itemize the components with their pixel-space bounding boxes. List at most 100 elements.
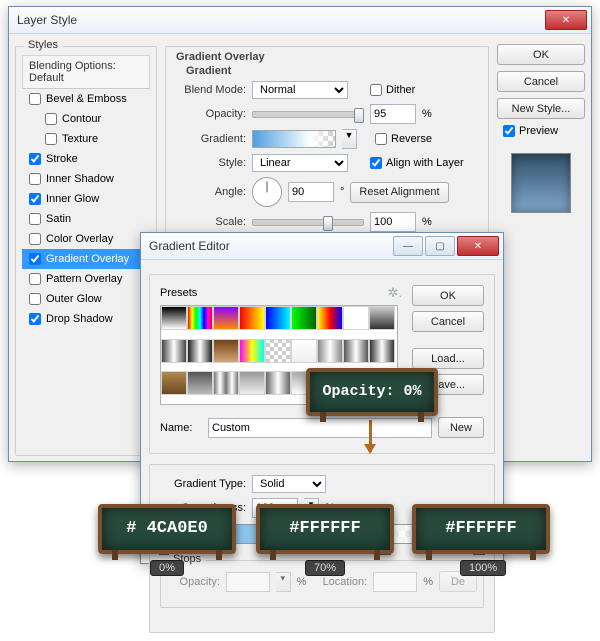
style-item-contour[interactable]: Contour — [22, 109, 150, 129]
styles-list: Styles Blending Options: Default Bevel &… — [15, 46, 157, 456]
preset-swatch[interactable] — [187, 339, 213, 363]
annotation-opacity-board: Opacity: 0% — [306, 368, 438, 416]
panel-heading: Gradient Overlay — [176, 51, 484, 63]
angle-input[interactable] — [288, 182, 334, 202]
style-item-checkbox[interactable] — [29, 173, 41, 185]
style-item-label: Color Overlay — [46, 233, 113, 245]
preset-swatch[interactable] — [317, 306, 343, 330]
style-item-label: Bevel & Emboss — [46, 93, 127, 105]
preset-swatch[interactable] — [187, 371, 213, 395]
preset-swatch[interactable] — [187, 306, 213, 330]
blend-mode-label: Blend Mode: — [170, 84, 246, 96]
minimize-icon[interactable]: — — [393, 236, 423, 256]
preset-swatch[interactable] — [239, 339, 265, 363]
preset-swatch[interactable] — [161, 371, 187, 395]
opacity-input[interactable] — [370, 104, 416, 124]
scale-label: Scale: — [170, 216, 246, 228]
preset-swatch[interactable] — [265, 306, 291, 330]
preset-swatch[interactable] — [265, 371, 291, 395]
scale-slider[interactable] — [252, 219, 364, 226]
opacity-slider[interactable] — [252, 111, 364, 118]
style-item-checkbox[interactable] — [29, 93, 41, 105]
preset-swatch[interactable] — [343, 306, 369, 330]
cancel-button[interactable]: Cancel — [497, 71, 585, 92]
style-item-checkbox[interactable] — [45, 113, 57, 125]
style-item-pattern-overlay[interactable]: Pattern Overlay — [22, 269, 150, 289]
style-item-stroke[interactable]: Stroke — [22, 149, 150, 169]
preset-swatch[interactable] — [369, 306, 395, 330]
style-item-label: Gradient Overlay — [46, 253, 129, 265]
style-item-texture[interactable]: Texture — [22, 129, 150, 149]
preset-swatch[interactable] — [239, 306, 265, 330]
new-style-button[interactable]: New Style... — [497, 98, 585, 119]
style-item-bevel-emboss[interactable]: Bevel & Emboss — [22, 89, 150, 109]
style-item-outer-glow[interactable]: Outer Glow — [22, 289, 150, 309]
ge-cancel-button[interactable]: Cancel — [412, 311, 484, 332]
ok-button[interactable]: OK — [497, 44, 585, 65]
preset-swatch[interactable] — [369, 339, 395, 363]
preset-swatch[interactable] — [317, 339, 343, 363]
layer-style-titlebar[interactable]: Layer Style ✕ — [9, 7, 591, 34]
reset-alignment-button[interactable]: Reset Alignment — [350, 182, 448, 203]
annotation-percent-1: 70% — [305, 560, 345, 576]
styles-header[interactable]: Blending Options: Default — [22, 55, 150, 89]
style-item-label: Outer Glow — [46, 293, 102, 305]
presets-menu-icon[interactable]: ✲. — [387, 285, 402, 301]
gradient-preview[interactable] — [252, 130, 336, 148]
preview-checkbox[interactable]: Preview — [503, 125, 585, 137]
style-item-color-overlay[interactable]: Color Overlay — [22, 229, 150, 249]
preset-swatch[interactable] — [161, 339, 187, 363]
scale-input[interactable] — [370, 212, 416, 232]
preset-swatch[interactable] — [213, 306, 239, 330]
style-item-drop-shadow[interactable]: Drop Shadow — [22, 309, 150, 329]
annotation-arrow-icon — [369, 420, 372, 452]
blend-mode-select[interactable]: Normal — [252, 81, 348, 99]
dither-checkbox[interactable]: Dither — [370, 84, 415, 96]
preset-swatch[interactable] — [161, 306, 187, 330]
style-item-gradient-overlay[interactable]: Gradient Overlay — [22, 249, 150, 269]
preset-swatch[interactable] — [239, 371, 265, 395]
style-item-inner-shadow[interactable]: Inner Shadow — [22, 169, 150, 189]
annotation-color-board-1: #FFFFFF — [256, 504, 394, 554]
style-item-checkbox[interactable] — [29, 293, 41, 305]
preset-swatch[interactable] — [291, 339, 317, 363]
preset-swatch[interactable] — [213, 339, 239, 363]
style-item-inner-glow[interactable]: Inner Glow — [22, 189, 150, 209]
style-select[interactable]: Linear — [252, 154, 348, 172]
style-item-checkbox[interactable] — [29, 313, 41, 325]
gradient-editor-titlebar[interactable]: Gradient Editor — ▢ ✕ — [141, 233, 503, 260]
close-icon[interactable]: ✕ — [545, 10, 587, 30]
style-item-label: Inner Glow — [46, 193, 99, 205]
ge-load-button[interactable]: Load... — [412, 348, 484, 369]
angle-dial[interactable] — [252, 177, 282, 207]
style-item-label: Satin — [46, 213, 71, 225]
style-item-checkbox[interactable] — [45, 133, 57, 145]
close-icon[interactable]: ✕ — [457, 236, 499, 256]
style-item-checkbox[interactable] — [29, 273, 41, 285]
align-checkbox[interactable]: Align with Layer — [370, 157, 464, 169]
presets-group: Presets ✲. OK Cancel Load... Save... Nam… — [149, 274, 495, 454]
presets-label: Presets — [160, 287, 387, 299]
gradient-label: Gradient: — [170, 133, 246, 145]
ge-ok-button[interactable]: OK — [412, 285, 484, 306]
style-item-checkbox[interactable] — [29, 233, 41, 245]
annotation-percent-2: 100% — [460, 560, 506, 576]
preset-swatch[interactable] — [265, 339, 291, 363]
gradient-dropdown-icon[interactable]: ▼ — [342, 129, 357, 149]
style-item-checkbox[interactable] — [29, 193, 41, 205]
style-item-checkbox[interactable] — [29, 213, 41, 225]
preset-swatch[interactable] — [343, 339, 369, 363]
gradient-type-select[interactable]: Solid — [252, 475, 326, 493]
preset-swatch[interactable] — [291, 306, 317, 330]
maximize-icon[interactable]: ▢ — [425, 236, 455, 256]
preset-swatch[interactable] — [213, 371, 239, 395]
style-label: Style: — [170, 157, 246, 169]
style-item-checkbox[interactable] — [29, 253, 41, 265]
reverse-checkbox[interactable]: Reverse — [375, 133, 432, 145]
opacity-label: Opacity: — [170, 108, 246, 120]
style-item-label: Drop Shadow — [46, 313, 113, 325]
panel-subheading: Gradient — [186, 65, 484, 77]
new-button[interactable]: New — [438, 417, 484, 438]
style-item-satin[interactable]: Satin — [22, 209, 150, 229]
style-item-checkbox[interactable] — [29, 153, 41, 165]
